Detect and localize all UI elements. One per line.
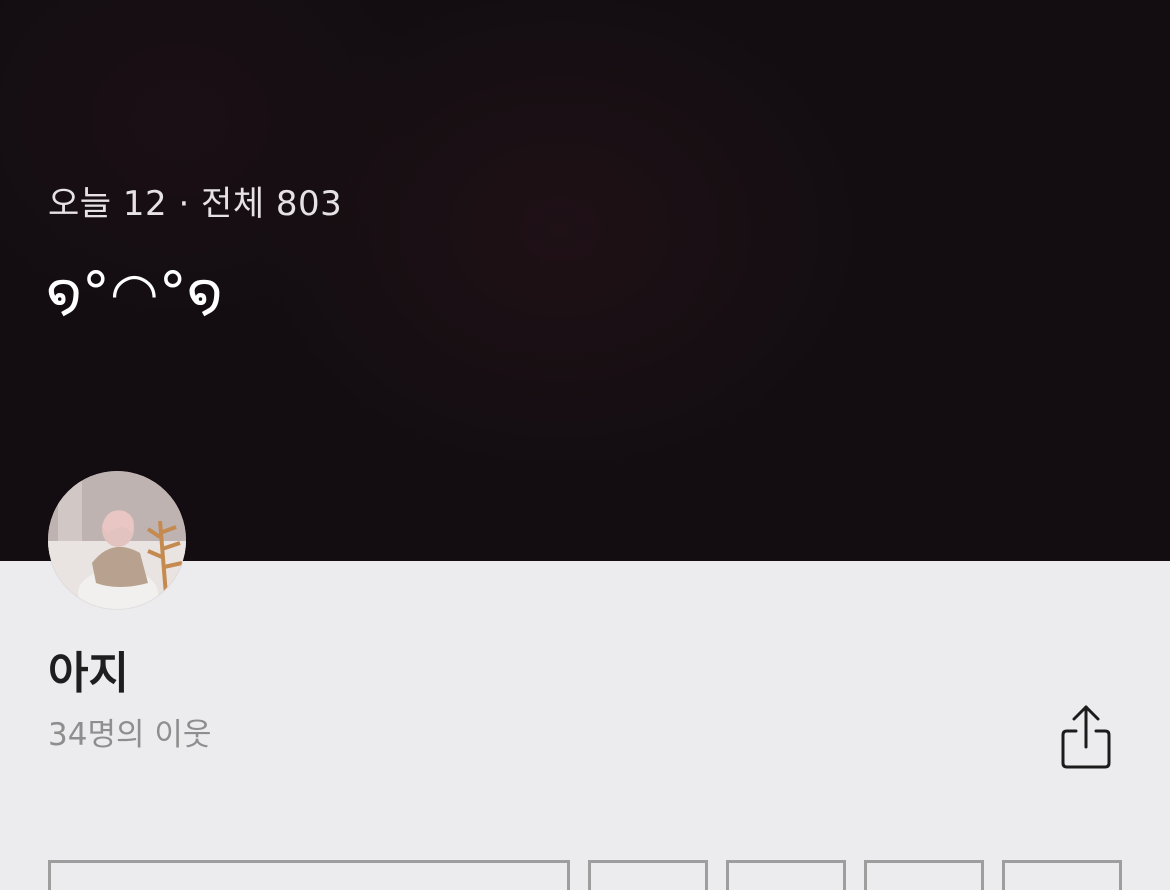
profile-photo-icon: [48, 471, 186, 609]
tab-5[interactable]: [1002, 860, 1122, 890]
share-button[interactable]: [1053, 703, 1119, 773]
neighbor-count[interactable]: 34명의 이웃: [48, 713, 211, 757]
profile-name: 아지: [48, 648, 129, 699]
avatar[interactable]: [48, 471, 186, 609]
tab-3[interactable]: [726, 860, 846, 890]
cover-image: 오늘 12 · 전체 803 ໑°◠°໑: [0, 0, 1170, 561]
visit-counter: 오늘 12 · 전체 803: [48, 184, 343, 224]
tab-main[interactable]: [48, 860, 570, 890]
tab-4[interactable]: [864, 860, 984, 890]
share-icon: [1061, 705, 1111, 769]
blog-title: ໑°◠°໑: [46, 261, 223, 326]
tab-2[interactable]: [588, 860, 708, 890]
